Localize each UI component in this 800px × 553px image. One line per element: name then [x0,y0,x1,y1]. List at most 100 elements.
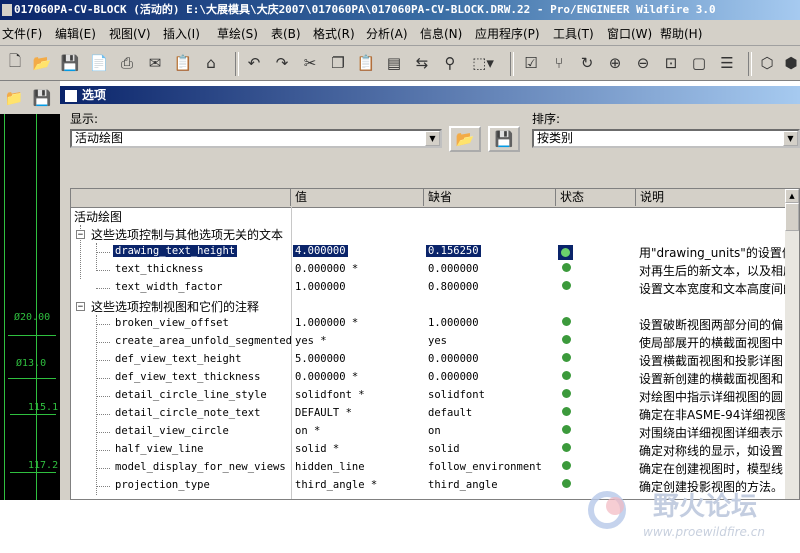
option-description: 使局部展开的横截面视图中 [639,336,784,350]
option-default: 0.000000 [428,371,479,383]
zoom-out-icon[interactable]: ⊖ [632,52,654,74]
menu-analysis[interactable]: 分析(A) [366,25,408,42]
open-config-button[interactable]: 📂 [449,126,481,152]
option-name: broken_view_offset [115,317,229,329]
menu-applications[interactable]: 应用程序(P) [475,25,540,42]
menu-insert[interactable]: 插入(I) [163,25,200,42]
save-config-button[interactable]: 💾 [488,126,520,152]
table-row-group[interactable]: − 这些选项控制视图和它们的注释 [71,297,787,315]
table-row[interactable]: detail_view_circle on * on 对围绕由详细视图详细表示 [71,423,787,441]
menu-help[interactable]: 帮助(H) [660,25,702,42]
undo-icon[interactable]: ↶ [243,52,265,74]
layers-icon[interactable]: ☰ [716,52,738,74]
collapse-icon[interactable]: − [76,230,85,240]
table-row[interactable]: broken_view_offset 1.000000 * 1.000000 设… [71,315,787,333]
option-description: 用"drawing_units"的设置值 [639,246,794,260]
collapse-icon[interactable]: − [76,302,85,312]
sort-select[interactable]: 按类别 ▼ [532,129,800,148]
menu-view[interactable]: 视图(V) [109,25,151,42]
export-icon[interactable]: 📋 [172,52,194,74]
printer-icon[interactable]: ⌂ [200,52,222,74]
refit-icon[interactable]: ⊡ [660,52,682,74]
print-pdf-icon[interactable]: 📄 [88,52,110,74]
scroll-up-icon[interactable]: ▲ [785,189,799,203]
save-icon[interactable]: 💾 [59,52,81,74]
table-row[interactable]: def_view_text_thickness 0.000000 * 0.000… [71,369,787,387]
cube-icon[interactable]: ⬡ [756,52,778,74]
paste-special-icon[interactable]: ▤ [383,52,405,74]
group-label: 这些选项控制与其他选项无关的文本 [91,228,284,242]
table-row[interactable]: create_area_unfold_segmented yes * yes 使… [71,333,787,351]
toolbar-separator [235,52,239,76]
redo-icon[interactable]: ↷ [271,52,293,74]
menu-sketch[interactable]: 草绘(S) [217,25,258,42]
option-value: DEFAULT * [295,407,352,419]
table-row[interactable]: detail_circle_note_text DEFAULT * defaul… [71,405,799,423]
forum-watermark: 野火论坛 www.proewildfire.cn [585,480,800,550]
model-tree-icon[interactable]: 📁 [3,87,25,109]
toolbar-separator [748,52,752,76]
menu-window[interactable]: 窗口(W) [607,25,652,42]
spin-icon[interactable]: ↻ [576,52,598,74]
menu-tools[interactable]: 工具(T) [553,25,594,42]
status-icon [562,353,571,362]
find-icon[interactable]: ⚲ [439,52,461,74]
option-description: 设置横截面视图和投影详图 [639,354,784,368]
print-icon[interactable]: ⎙ [116,52,138,74]
column-header-name[interactable] [71,189,291,206]
table-row-group[interactable]: − 这些选项控制与其他选项无关的文本 [71,225,787,243]
option-value: solidfont * [295,389,365,401]
graphics-window[interactable]: Ø20.00 Ø13.0 115.1 117.2 [0,114,60,500]
cut-icon[interactable]: ✂ [299,52,321,74]
option-default: follow_environment [428,461,542,473]
zoom-in-icon[interactable]: ⊕ [604,52,626,74]
table-row[interactable]: text_width_factor 1.000000 0.800000 设置文本… [71,279,795,297]
annotation-icon[interactable]: ☑ [520,52,542,74]
vertical-scrollbar[interactable]: ▲ [785,189,799,499]
tree-icon[interactable]: ⑂ [548,52,570,74]
menu-info[interactable]: 信息(N) [420,25,462,42]
table-row-root[interactable]: 活动绘图 [71,207,787,225]
option-name: projection_type [115,479,210,491]
table-row[interactable]: model_display_for_new_views hidden_line … [71,459,787,477]
column-header-value[interactable]: 值 [291,189,424,206]
table-row[interactable]: detail_circle_line_style solidfont * sol… [71,387,787,405]
column-header-status[interactable]: 状态 [556,189,636,206]
open-icon[interactable]: 📂 [31,52,53,74]
column-header-default[interactable]: 缺省 [424,189,556,206]
table-row[interactable]: def_view_text_height 5.000000 0.000000 设… [71,351,787,369]
option-default: yes [428,335,447,347]
menu-file[interactable]: 文件(F) [2,25,42,42]
option-value: third_angle * [295,479,378,491]
menu-edit[interactable]: 编辑(E) [55,25,96,42]
save-view-icon[interactable]: 💾 [31,87,53,109]
option-default: 0.000000 [428,263,479,275]
column-header-description[interactable]: 说明 [636,189,787,206]
paste-icon[interactable]: 📋 [355,52,377,74]
option-default: 1.000000 [428,317,479,329]
table-row[interactable]: text_thickness 0.000000 * 0.000000 对再生后的… [71,261,795,279]
table-row[interactable]: half_view_line solid * solid 确定对称线的显示，如设… [71,441,787,459]
menu-format[interactable]: 格式(R) [313,25,355,42]
option-name: drawing_text_height [113,245,238,257]
tree-branch [96,486,110,487]
cube2-icon[interactable]: ⬢ [780,52,800,74]
table-row[interactable]: drawing_text_height 4.000000 0.156250 用"… [71,243,794,261]
chevron-down-icon[interactable]: ▼ [425,131,440,146]
new-icon[interactable]: 🗋 [4,52,26,74]
show-select-value: 活动绘图 [75,131,124,145]
show-select[interactable]: 活动绘图 ▼ [70,129,442,148]
select-box-icon[interactable]: ⬚▾ [467,52,499,74]
dialog-title: 选项 [82,88,107,102]
mail-icon[interactable]: ✉ [144,52,166,74]
copy-icon[interactable]: ❐ [327,52,349,74]
regenerate-icon[interactable]: ⇆ [411,52,433,74]
chevron-down-icon[interactable]: ▼ [783,131,798,146]
menu-bar: 文件(F) 编辑(E) 视图(V) 插入(I) 草绘(S) 表(B) 格式(R)… [0,20,800,46]
scroll-thumb[interactable] [785,203,799,231]
app-icon [2,4,12,16]
status-icon [562,335,571,344]
repaint-icon[interactable]: ▢ [688,52,710,74]
status-icon [562,263,571,272]
menu-table[interactable]: 表(B) [271,25,301,42]
